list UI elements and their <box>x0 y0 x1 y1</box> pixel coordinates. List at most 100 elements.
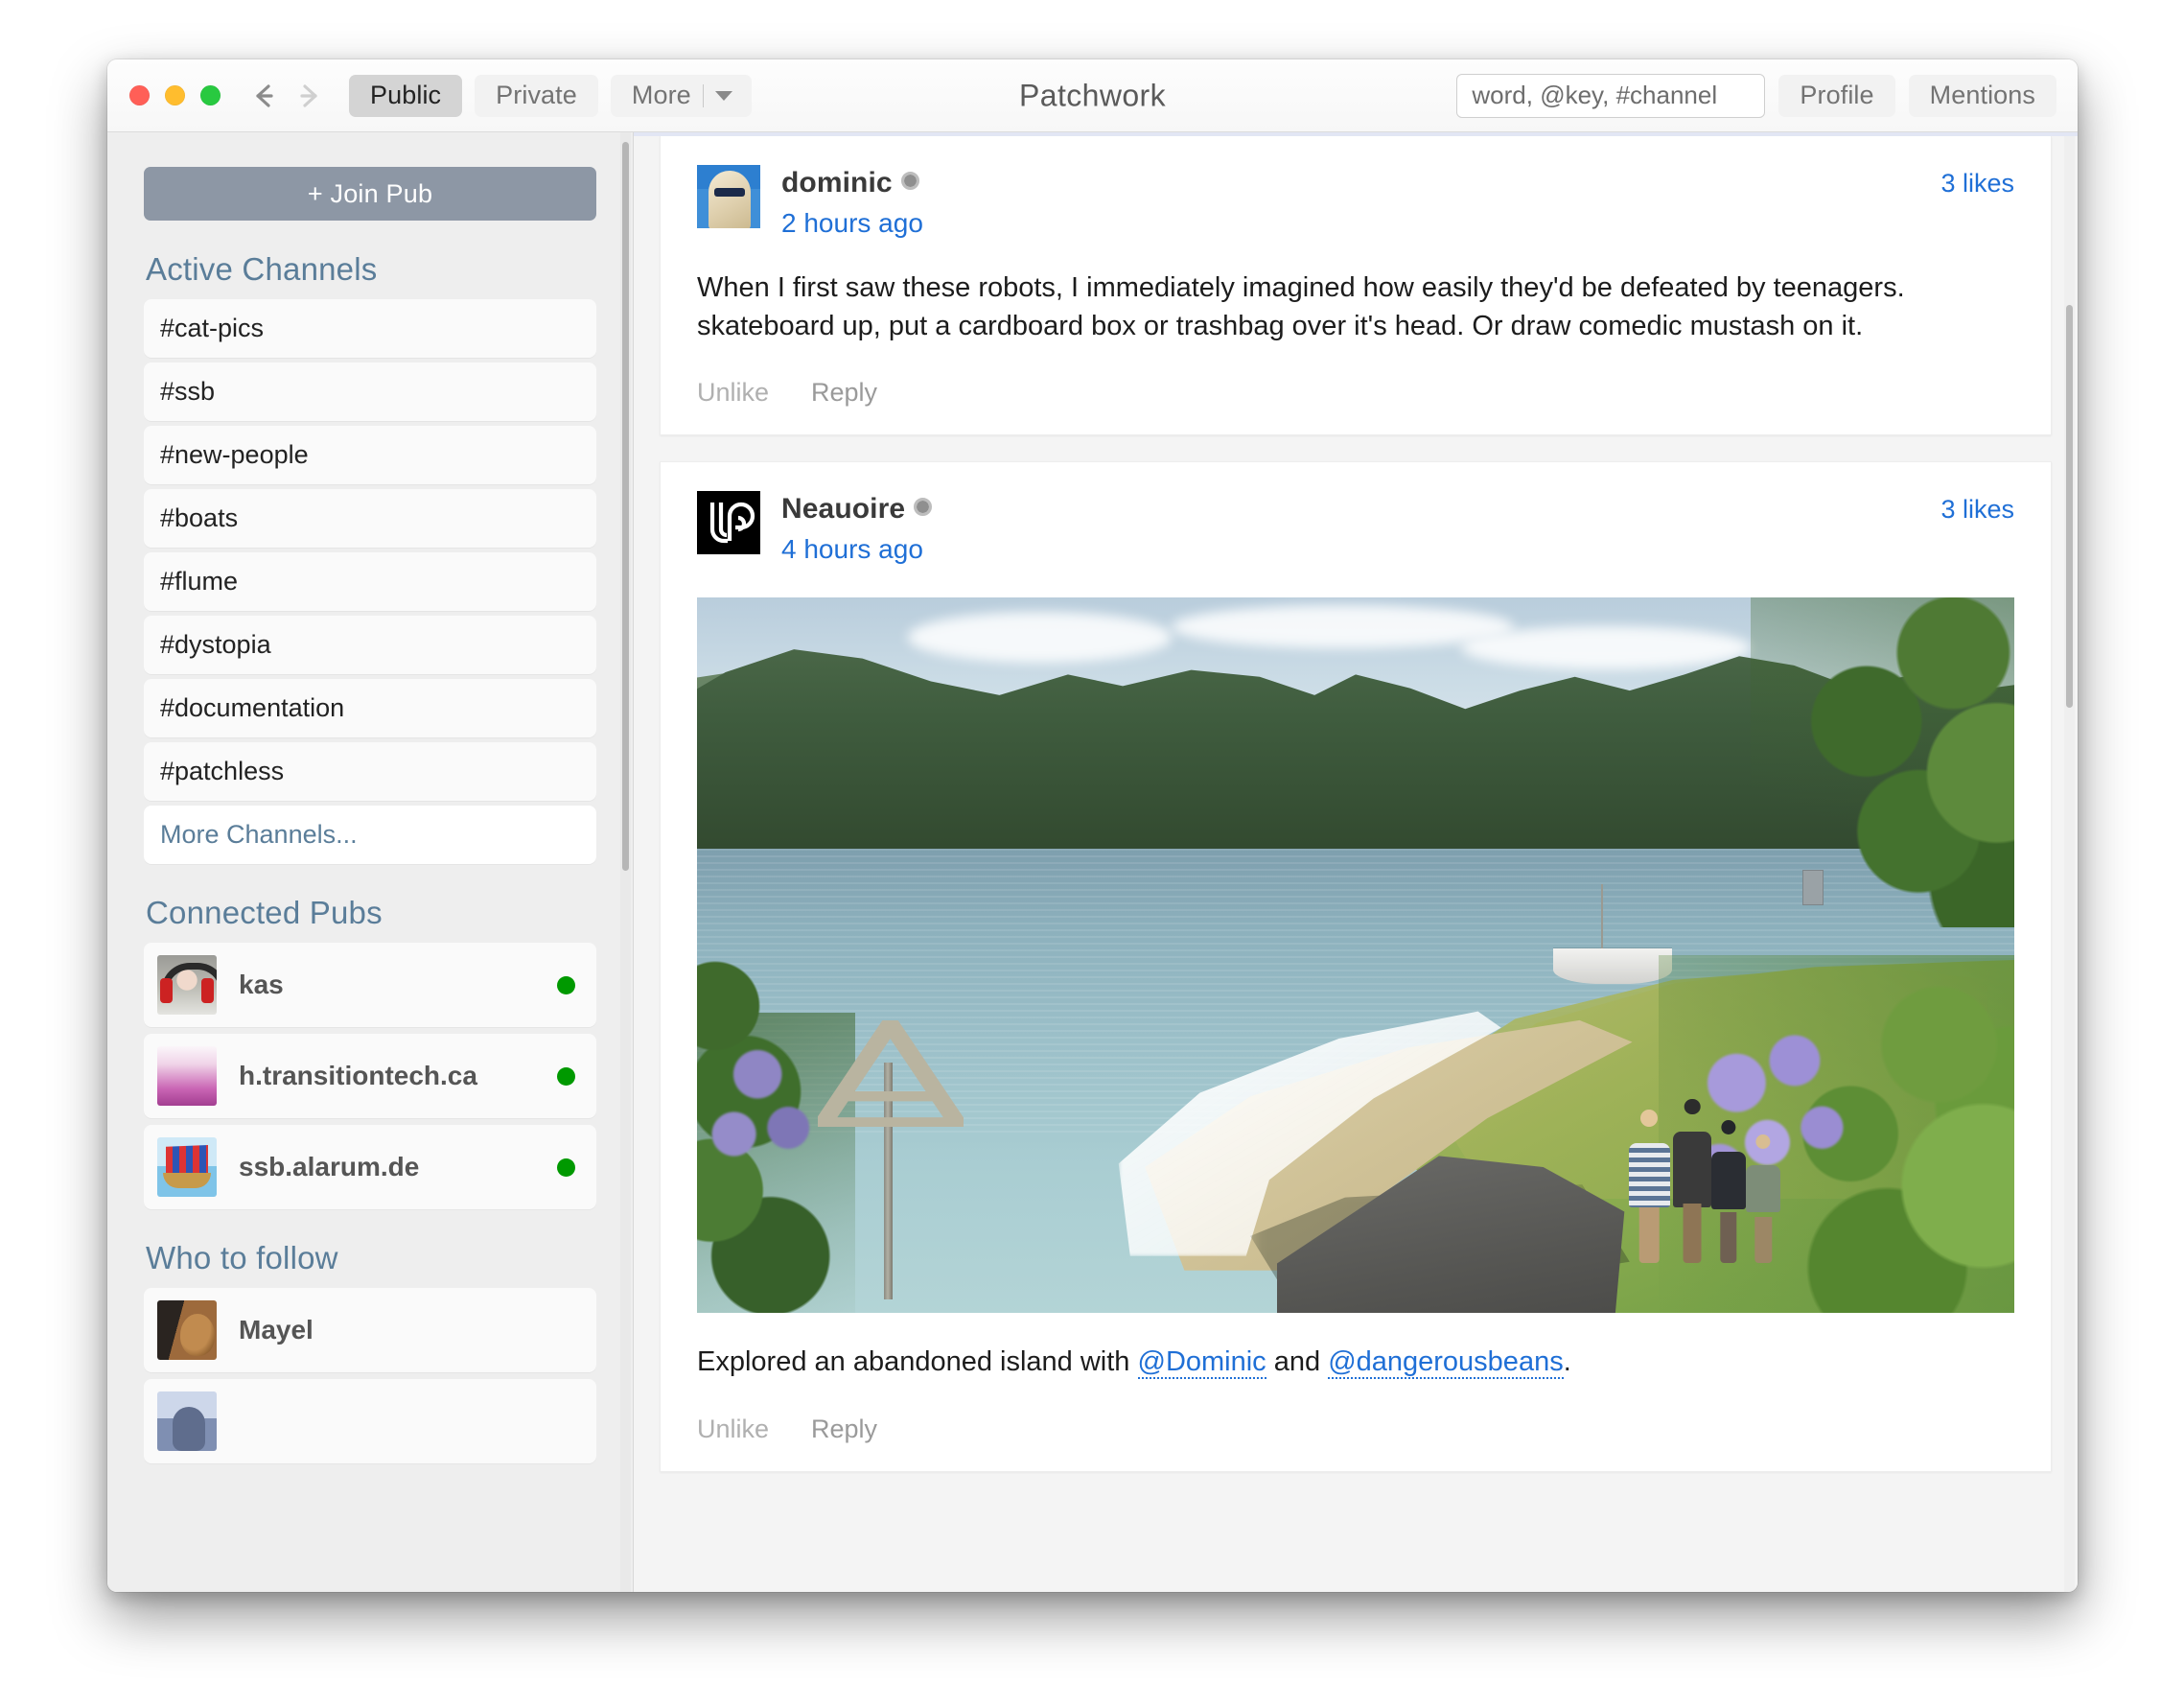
more-channels-link[interactable]: More Channels... <box>144 806 596 864</box>
post-feed: dominic 2 hours ago 3 likes When I first… <box>634 132 2078 1473</box>
forward-arrow-icon[interactable] <box>290 77 328 115</box>
traffic-light-controls <box>129 85 221 105</box>
tab-private-label: Private <box>496 81 577 109</box>
feed-panel: dominic 2 hours ago 3 likes When I first… <box>634 132 2078 1592</box>
feed-top-divider <box>634 132 2078 136</box>
sidebar-item-cat-pics[interactable]: #cat-pics <box>144 299 596 358</box>
follow-suggestion-mayel[interactable]: Mayel <box>144 1288 596 1372</box>
post-timestamp[interactable]: 4 hours ago <box>781 534 932 565</box>
sidebar-item-dystopia[interactable]: #dystopia <box>144 616 596 674</box>
channel-label: #documentation <box>160 693 345 722</box>
chevron-down-icon[interactable] <box>714 90 732 101</box>
neauoire-logo-avatar[interactable] <box>697 491 760 555</box>
sidebar-item-new-people[interactable]: #new-people <box>144 426 596 484</box>
channel-label: #flume <box>160 567 239 596</box>
sidebar-item-ssb[interactable]: #ssb <box>144 362 596 421</box>
feed-scrollbar[interactable] <box>2064 132 2075 1592</box>
follow-suggestion-partial[interactable] <box>144 1379 596 1463</box>
tab-more-label: More <box>631 81 691 109</box>
post-author-name[interactable]: dominic <box>781 167 893 199</box>
channel-label: #new-people <box>160 440 309 469</box>
tab-public-label: Public <box>370 81 442 109</box>
post-neauoire: Neauoire 4 hours ago 3 likes Explored an… <box>660 461 2052 1473</box>
tab-private[interactable]: Private <box>475 74 598 117</box>
channel-label: #cat-pics <box>160 314 265 342</box>
back-arrow-icon[interactable] <box>245 77 284 115</box>
join-pub-label: + Join Pub <box>307 178 433 208</box>
minimize-window-button[interactable] <box>165 85 185 105</box>
profile-button[interactable]: Profile <box>1778 74 1895 117</box>
post-likes-count[interactable]: 3 likes <box>1940 165 2014 199</box>
photo-person <box>1673 1098 1711 1264</box>
connected-pubs-heading: Connected Pubs <box>146 895 383 930</box>
profile-button-label: Profile <box>1800 81 1874 109</box>
post-author-name[interactable]: Neauoire <box>781 493 905 526</box>
photo-person <box>1710 1120 1746 1264</box>
tab-more[interactable]: More <box>610 74 752 117</box>
active-channels-heading: Active Channels <box>146 251 378 287</box>
caption-suffix: . <box>1563 1346 1571 1378</box>
photo-triangle-sign <box>818 1019 964 1128</box>
channel-label: #patchless <box>160 757 285 785</box>
sidebar-scrollbar[interactable] <box>620 132 631 1592</box>
photo-cloud <box>907 612 1172 663</box>
sidebar-item-boats[interactable]: #boats <box>144 489 596 548</box>
desktop-background: Public Private More Patchwork Profile <box>0 0 2184 1707</box>
unlike-button[interactable]: Unlike <box>697 378 769 408</box>
follow-name-label: Mayel <box>239 1315 314 1345</box>
post-dominic: dominic 2 hours ago 3 likes When I first… <box>660 136 2052 436</box>
search-input[interactable] <box>1456 73 1766 118</box>
pub-item-h-transitiontech-ca[interactable]: h.transitiontech.ca <box>144 1034 596 1118</box>
post-likes-count[interactable]: 3 likes <box>1940 491 2014 525</box>
post-header: dominic 2 hours ago 3 likes <box>697 165 2014 239</box>
photo-person <box>1628 1109 1670 1264</box>
mention-dominic[interactable]: @Dominic <box>1137 1346 1266 1380</box>
sidebar-item-patchless[interactable]: #patchless <box>144 742 596 801</box>
post-actions: Unlike Reply <box>697 378 2014 408</box>
coastal-landscape-photo[interactable] <box>697 597 2014 1314</box>
feed-filter-tabs: Public Private More <box>349 74 752 117</box>
sidebar-item-documentation[interactable]: #documentation <box>144 679 596 737</box>
pub-name-label: ssb.alarum.de <box>239 1152 420 1181</box>
sidebar-item-flume[interactable]: #flume <box>144 552 596 611</box>
kas-photo-avatar <box>157 955 217 1015</box>
window-body: + Join Pub Active Channels #cat-pics #ss… <box>107 132 2078 1592</box>
post-timestamp[interactable]: 2 hours ago <box>781 208 923 239</box>
dominic-desert-photo-avatar[interactable] <box>697 165 760 228</box>
photo-tree-top-right <box>1751 597 2014 927</box>
feed-scrollbar-thumb[interactable] <box>2066 305 2073 708</box>
join-pub-button[interactable]: + Join Pub <box>144 167 596 221</box>
pub-name-label: h.transitiontech.ca <box>239 1061 477 1090</box>
mayel-dog-photo-avatar <box>157 1300 217 1360</box>
zoom-window-button[interactable] <box>200 85 221 105</box>
verified-badge-icon <box>900 171 919 190</box>
pub-item-kas[interactable]: kas <box>144 943 596 1027</box>
photo-boat <box>1553 883 1672 985</box>
divider <box>702 83 704 107</box>
more-channels-label: More Channels... <box>160 820 358 849</box>
online-status-dot <box>557 1066 575 1086</box>
mentions-button[interactable]: Mentions <box>1908 74 2056 117</box>
photo-tree-left <box>697 926 790 1085</box>
who-to-follow-heading: Who to follow <box>146 1240 338 1275</box>
post-actions: Unlike Reply <box>697 1415 2014 1444</box>
reply-button[interactable]: Reply <box>811 1415 877 1444</box>
caption-middle: and <box>1266 1346 1329 1378</box>
channel-label: #boats <box>160 503 239 532</box>
unlike-button[interactable]: Unlike <box>697 1415 769 1444</box>
mention-dangerousbeans[interactable]: @dangerousbeans <box>1328 1346 1564 1380</box>
close-window-button[interactable] <box>129 85 150 105</box>
caption-prefix: Explored an abandoned island with <box>697 1346 1138 1378</box>
post-meta: Neauoire 4 hours ago <box>781 491 933 565</box>
reply-button[interactable]: Reply <box>811 378 877 408</box>
sidebar-scrollbar-thumb[interactable] <box>622 142 629 871</box>
online-status-dot <box>557 1157 575 1177</box>
viking-ship-avatar <box>157 1137 217 1197</box>
sidebar: + Join Pub Active Channels #cat-pics #ss… <box>107 132 634 1592</box>
pub-item-ssb-alarum-de[interactable]: ssb.alarum.de <box>144 1125 596 1209</box>
pink-gradient-avatar <box>157 1046 217 1106</box>
photo-walking-people <box>1626 1085 1784 1264</box>
titlebar-right-group: Profile Mentions <box>1456 73 2056 118</box>
tab-public[interactable]: Public <box>349 74 463 117</box>
post-text: When I first saw these robots, I immedia… <box>697 272 1905 341</box>
